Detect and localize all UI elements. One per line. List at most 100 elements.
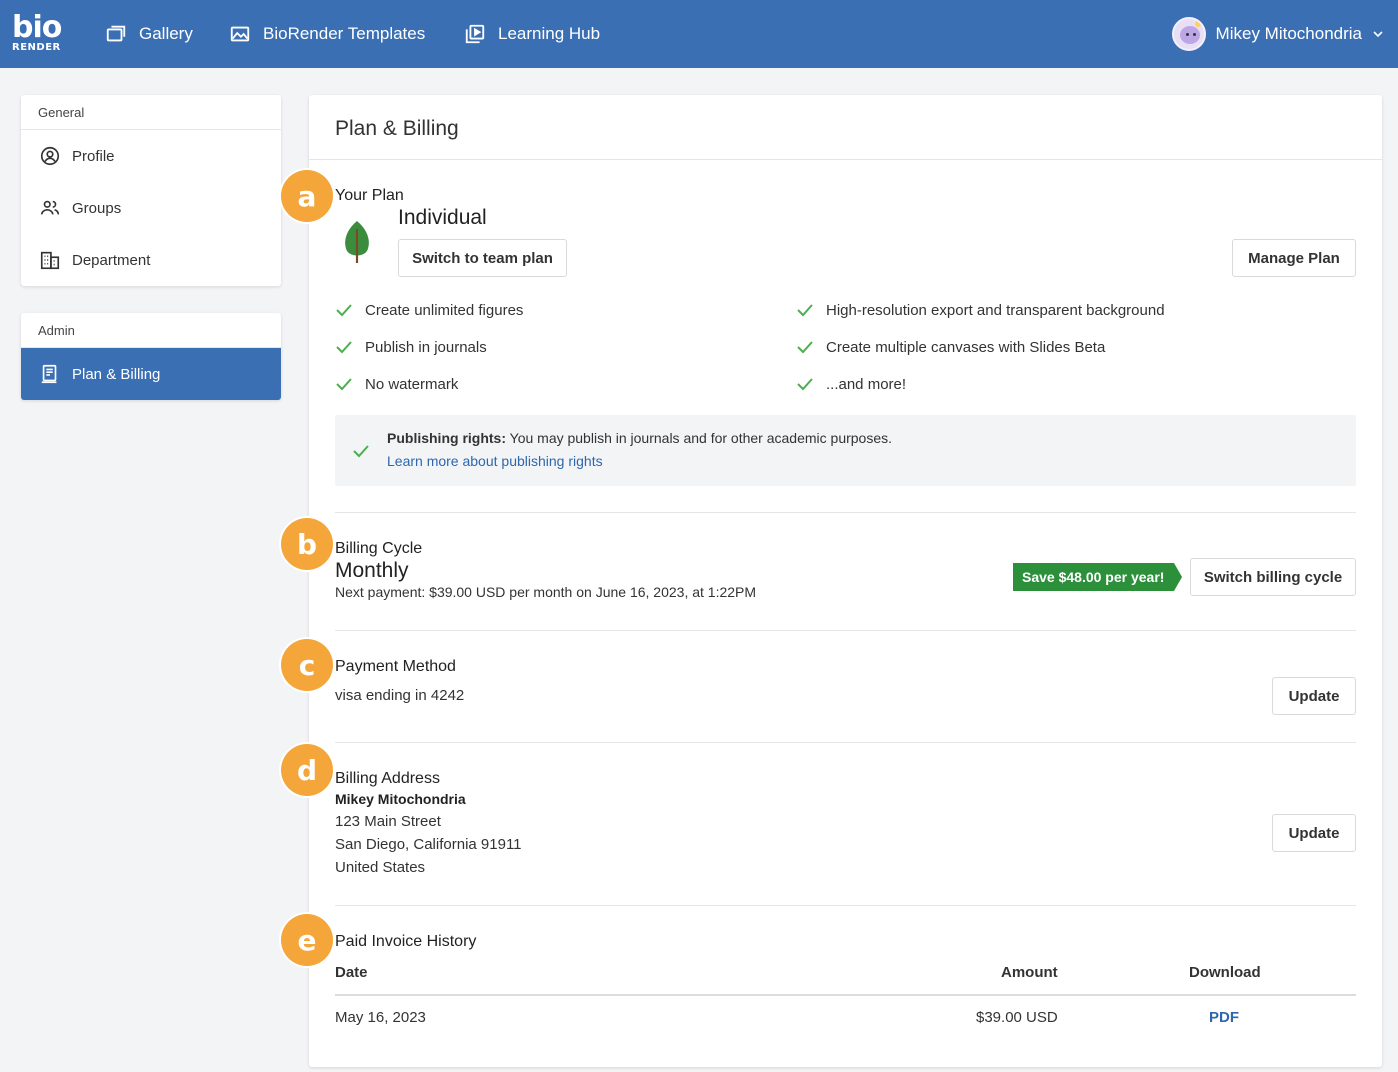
badge-arrow	[1174, 563, 1182, 591]
annotation-marker: b	[281, 518, 333, 570]
annotation-marker: e	[281, 914, 333, 966]
update-payment-button[interactable]: Update	[1272, 677, 1356, 715]
nav-templates[interactable]: BioRender Templates	[229, 20, 425, 48]
divider	[335, 512, 1356, 513]
plan-billing-panel: Plan & Billing Your Plan Individual Swit…	[309, 95, 1382, 1067]
update-address-button[interactable]: Update	[1272, 814, 1356, 852]
avatar-face-icon	[1179, 26, 1200, 44]
chevron-down-icon	[1373, 31, 1383, 38]
sidebar-item-label: Department	[72, 251, 151, 269]
save-badge: Save $48.00 per year!	[1013, 563, 1182, 591]
sidebar-item-label: Plan & Billing	[72, 365, 161, 383]
sidebar-heading-general: General	[21, 95, 281, 130]
profile-icon	[40, 146, 60, 166]
publishing-rights-heading: Publishing rights:	[387, 430, 506, 446]
publishing-rights-box: Publishing rights: You may publish in jo…	[335, 415, 1356, 486]
feature-item: High-resolution export and transparent b…	[796, 301, 1165, 319]
top-bar: bio RENDER Gallery BioRender Templates L…	[0, 0, 1398, 68]
switch-billing-cycle-button[interactable]: Switch billing cycle	[1190, 558, 1356, 596]
nav-learning-hub[interactable]: Learning Hub	[464, 20, 600, 48]
divider	[335, 742, 1356, 743]
sidebar-item-department[interactable]: Department	[21, 234, 281, 286]
check-icon	[336, 341, 352, 354]
publishing-rights-desc: You may publish in journals and for othe…	[506, 430, 893, 446]
check-icon	[336, 304, 352, 317]
check-icon	[797, 304, 813, 317]
column-header-date: Date	[335, 964, 368, 981]
page-title: Plan & Billing	[335, 117, 459, 140]
billing-icon	[41, 364, 57, 384]
image-icon	[230, 26, 250, 42]
sidebar-item-label: Profile	[72, 147, 115, 165]
nav-learning-hub-label: Learning Hub	[498, 24, 601, 43]
publishing-rights-text: Publishing rights: You may publish in jo…	[387, 430, 892, 446]
sidebar-item-plan-billing[interactable]: Plan & Billing	[21, 348, 281, 400]
sidebar-admin: Admin Plan & Billing	[21, 313, 281, 400]
divider	[335, 905, 1356, 906]
groups-icon	[40, 200, 60, 215]
billing-address-line1: 123 Main Street	[335, 813, 441, 830]
payment-method-label: Payment Method	[335, 658, 456, 675]
billing-cycle-label: Billing Cycle	[335, 540, 423, 557]
logo-text-bottom: RENDER	[12, 42, 61, 53]
sidebar-item-label: Groups	[72, 199, 122, 217]
nav-gallery[interactable]: Gallery	[105, 20, 193, 48]
feature-text: No watermark	[365, 375, 459, 393]
tree-icon	[345, 221, 369, 263]
check-icon	[336, 378, 352, 391]
avatar	[1171, 17, 1206, 51]
avatar-star-icon	[1194, 21, 1201, 27]
table-header-divider	[335, 994, 1356, 996]
biorender-logo[interactable]: bio RENDER	[12, 10, 62, 56]
nav-gallery-label: Gallery	[139, 24, 193, 43]
next-payment-text: Next payment: $39.00 USD per month on Ju…	[335, 584, 757, 600]
feature-text: Create unlimited figures	[365, 301, 524, 319]
billing-address-name: Mikey Mitochondria	[335, 791, 466, 807]
billing-address-label: Billing Address	[335, 770, 440, 787]
avatar-eye-icon	[1185, 33, 1189, 36]
annotation-marker: c	[281, 639, 333, 691]
nav-templates-label: BioRender Templates	[263, 24, 426, 43]
feature-item: Publish in journals	[335, 338, 487, 356]
feature-item: No watermark	[335, 375, 458, 393]
sidebar-heading-admin: Admin	[21, 313, 281, 348]
your-plan-label: Your Plan	[335, 187, 404, 204]
column-header-amount: Amount	[1001, 964, 1058, 981]
switch-team-plan-button[interactable]: Switch to team plan	[398, 239, 567, 277]
feature-text: Create multiple canvases with Slides Bet…	[826, 338, 1106, 356]
feature-text: Publish in journals	[365, 338, 487, 356]
feature-text: ...and more!	[826, 375, 907, 393]
logo-text-top: bio	[12, 10, 62, 45]
save-badge-text: Save $48.00 per year!	[1022, 569, 1165, 585]
invoice-pdf-link[interactable]: PDF	[1209, 1009, 1239, 1026]
manage-plan-button[interactable]: Manage Plan	[1232, 239, 1356, 277]
sidebar-item-profile[interactable]: Profile	[21, 130, 281, 182]
annotation-marker: a	[281, 170, 333, 222]
feature-item: Create unlimited figures	[335, 301, 523, 319]
feature-item: Create multiple canvases with Slides Bet…	[796, 338, 1105, 356]
annotation-marker: d	[281, 744, 333, 796]
feature-text: High-resolution export and transparent b…	[826, 301, 1165, 319]
check-icon	[797, 378, 813, 391]
play-icon	[465, 24, 485, 44]
building-icon	[40, 251, 60, 270]
payment-method-value: visa ending in 4242	[335, 687, 465, 704]
feature-item: ...and more!	[796, 375, 906, 393]
invoice-amount: $39.00 USD	[976, 1009, 1058, 1026]
billing-address-country: United States	[335, 859, 426, 876]
avatar-eye-icon	[1192, 33, 1196, 36]
user-menu[interactable]: Mikey Mitochondria	[1171, 16, 1384, 52]
billing-address-line2: San Diego, California 91911	[335, 836, 522, 853]
check-icon	[353, 445, 369, 458]
publishing-rights-link[interactable]: Learn more about publishing rights	[387, 453, 603, 469]
column-header-download: Download	[1189, 964, 1261, 981]
divider	[335, 630, 1356, 631]
sidebar-general: General Profile Groups Department	[21, 95, 281, 286]
billing-cycle-value: Monthly	[335, 559, 409, 582]
divider	[309, 159, 1382, 160]
plan-name: Individual	[398, 206, 487, 229]
sidebar-item-groups[interactable]: Groups	[21, 182, 281, 234]
invoice-date: May 16, 2023	[335, 1009, 426, 1026]
invoice-history-label: Paid Invoice History	[335, 933, 477, 950]
check-icon	[797, 341, 813, 354]
